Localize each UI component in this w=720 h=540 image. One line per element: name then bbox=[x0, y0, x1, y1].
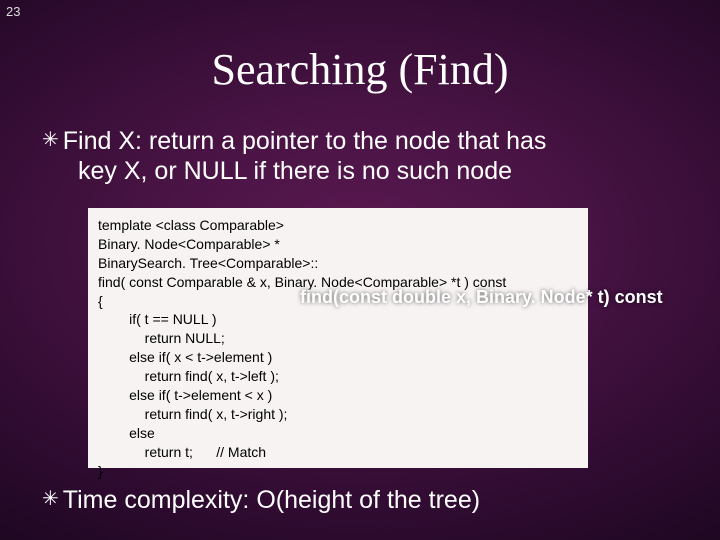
overlay-signature: find(const double x, Binary. Node* t) co… bbox=[300, 287, 663, 308]
slide-title: Searching (Find) bbox=[0, 44, 720, 95]
page-number: 23 bbox=[6, 4, 20, 19]
bullet-icon: ✳ bbox=[42, 487, 59, 511]
bullet-text-line1: Find X: return a pointer to the node tha… bbox=[63, 127, 547, 155]
bullet-find-description: ✳Find X: return a pointer to the node th… bbox=[42, 126, 680, 186]
code-snippet: template <class Comparable> Binary. Node… bbox=[88, 208, 588, 468]
slide: 23 Searching (Find) ✳Find X: return a po… bbox=[0, 0, 720, 540]
bullet-text-line2: key X, or NULL if there is no such node bbox=[78, 156, 680, 186]
bullet-time-complexity: ✳Time complexity: O(height of the tree) bbox=[42, 485, 680, 515]
bullet-icon: ✳ bbox=[42, 128, 59, 152]
bullet-text: Time complexity: O(height of the tree) bbox=[63, 486, 480, 514]
